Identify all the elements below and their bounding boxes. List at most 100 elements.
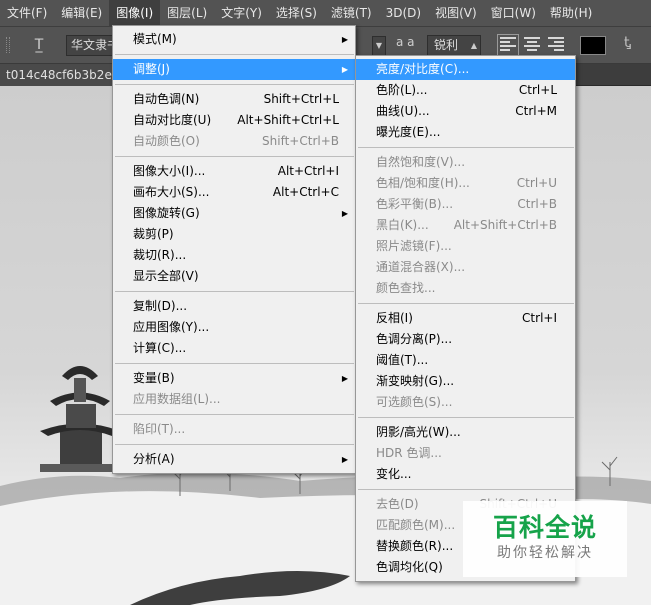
menu-item-duplicate-label: 复制(D)... bbox=[133, 299, 188, 313]
menu-item-variables[interactable]: 变量(B) ▶ bbox=[113, 368, 355, 389]
menu-item-channel-mixer: 通道混合器(X)... bbox=[356, 257, 575, 278]
menu-item-hdr-toning: HDR 色调... bbox=[356, 443, 575, 464]
menu-item-selective-color-label: 可选颜色(S)... bbox=[376, 395, 453, 409]
menu-item-duplicate[interactable]: 复制(D)... bbox=[113, 296, 355, 317]
menu-layer[interactable]: 图层(L) bbox=[160, 0, 214, 27]
shortcut-label: Alt+Shift+Ctrl+L bbox=[237, 113, 339, 127]
menu-separator bbox=[115, 291, 354, 292]
menu-item-trap: 陷印(T)... bbox=[113, 419, 355, 440]
menu-item-auto-contrast[interactable]: 自动对比度(U) Alt+Shift+Ctrl+L bbox=[113, 110, 355, 131]
menu-item-brightness-contrast[interactable]: 亮度/对比度(C)... bbox=[356, 59, 575, 80]
antialias-value: 锐利 bbox=[434, 38, 459, 52]
menu-item-shadows-highlights[interactable]: 阴影/高光(W)... bbox=[356, 422, 575, 443]
menu-item-match-color-label: 匹配颜色(M)... bbox=[376, 518, 456, 532]
menu-item-auto-contrast-label: 自动对比度(U) bbox=[133, 113, 212, 127]
shortcut-label: Ctrl+M bbox=[515, 104, 557, 118]
menu-item-exposure[interactable]: 曝光度(E)... bbox=[356, 122, 575, 143]
submenu-arrow-icon: ▶ bbox=[341, 455, 348, 464]
text-color-swatch[interactable] bbox=[580, 36, 606, 55]
watermark-logo: 百科全说 助你轻松解决 bbox=[463, 501, 627, 577]
menu-item-gradient-map[interactable]: 渐变映射(G)... bbox=[356, 371, 575, 392]
menu-select[interactable]: 选择(S) bbox=[269, 0, 324, 27]
align-left-icon[interactable] bbox=[497, 34, 519, 56]
menu-item-mode[interactable]: 模式(M) ▶ bbox=[113, 29, 355, 50]
menu-item-apply-image-label: 应用图像(Y)... bbox=[133, 320, 210, 334]
menu-separator bbox=[115, 444, 354, 445]
menu-item-calculations-label: 计算(C)... bbox=[133, 341, 187, 355]
menu-item-threshold[interactable]: 阈值(T)... bbox=[356, 350, 575, 371]
font-size-dropdown-icon[interactable]: ▼ bbox=[372, 36, 386, 56]
menu-item-adjustments[interactable]: 调整(J) ▶ bbox=[113, 59, 355, 80]
document-tab[interactable]: t014c48cf6b3b2e0 bbox=[0, 64, 126, 86]
shortcut-label: Alt+Ctrl+C bbox=[272, 185, 339, 199]
menu-bar: 文件(F) 编辑(E) 图像(I) 图层(L) 文字(Y) 选择(S) 滤镜(T… bbox=[0, 0, 651, 27]
options-bar-grip[interactable] bbox=[6, 37, 10, 53]
menu-item-vibrance-label: 自然饱和度(V)... bbox=[376, 155, 466, 169]
menu-view[interactable]: 视图(V) bbox=[428, 0, 484, 27]
menu-item-variations[interactable]: 变化... bbox=[356, 464, 575, 485]
menu-item-color-balance-label: 色彩平衡(B)... bbox=[376, 197, 454, 211]
menu-separator bbox=[115, 363, 354, 364]
text-orientation-icon[interactable]: T̲ bbox=[28, 35, 50, 55]
menu-item-image-rotation[interactable]: 图像旋转(G) ▶ bbox=[113, 203, 355, 224]
shortcut-label: Ctrl+U bbox=[516, 176, 557, 190]
menu-item-calculations[interactable]: 计算(C)... bbox=[113, 338, 355, 359]
warp-text-icon[interactable]: Ꮏ bbox=[624, 35, 632, 51]
align-right-icon[interactable] bbox=[548, 37, 564, 53]
menu-item-channel-mixer-label: 通道混合器(X)... bbox=[376, 260, 466, 274]
menu-item-levels[interactable]: 色阶(L)... Ctrl+L bbox=[356, 80, 575, 101]
menu-filter[interactable]: 滤镜(T) bbox=[324, 0, 379, 27]
menu-item-apply-image[interactable]: 应用图像(Y)... bbox=[113, 317, 355, 338]
menu-item-image-size[interactable]: 图像大小(I)... Alt+Ctrl+I bbox=[113, 161, 355, 182]
menu-image[interactable]: 图像(I) bbox=[109, 0, 161, 27]
shortcut-label: Ctrl+L bbox=[518, 83, 557, 97]
menu-file[interactable]: 文件(F) bbox=[0, 0, 54, 27]
menu-item-trim[interactable]: 裁切(R)... bbox=[113, 245, 355, 266]
menu-separator bbox=[358, 417, 574, 418]
menu-separator bbox=[115, 156, 354, 157]
menu-item-mode-label: 模式(M) bbox=[133, 32, 177, 46]
menu-item-reveal-all[interactable]: 显示全部(V) bbox=[113, 266, 355, 287]
menu-item-trap-label: 陷印(T)... bbox=[133, 422, 186, 436]
menu-separator bbox=[115, 54, 354, 55]
menu-item-canvas-size[interactable]: 画布大小(S)... Alt+Ctrl+C bbox=[113, 182, 355, 203]
menu-item-curves-label: 曲线(U)... bbox=[376, 104, 430, 118]
shortcut-label: Alt+Shift+Ctrl+B bbox=[453, 218, 557, 232]
menu-type[interactable]: 文字(Y) bbox=[214, 0, 269, 27]
menu-separator bbox=[358, 303, 574, 304]
menu-item-gradient-map-label: 渐变映射(G)... bbox=[376, 374, 455, 388]
menu-item-invert[interactable]: 反相(I) Ctrl+I bbox=[356, 308, 575, 329]
menu-item-photo-filter-label: 照片滤镜(F)... bbox=[376, 239, 452, 253]
menu-item-crop-label: 裁剪(P) bbox=[133, 227, 174, 241]
menu-item-auto-tone[interactable]: 自动色调(N) Shift+Ctrl+L bbox=[113, 89, 355, 110]
menu-item-threshold-label: 阈值(T)... bbox=[376, 353, 429, 367]
antialias-icon: a a bbox=[396, 35, 415, 49]
menu-3d[interactable]: 3D(D) bbox=[379, 0, 428, 27]
menu-item-posterize[interactable]: 色调分离(P)... bbox=[356, 329, 575, 350]
shortcut-label: Ctrl+I bbox=[522, 311, 557, 325]
menu-separator bbox=[115, 414, 354, 415]
menu-item-apply-data-set: 应用数据组(L)... bbox=[113, 389, 355, 410]
menu-item-shadows-highlights-label: 阴影/高光(W)... bbox=[376, 425, 461, 439]
menu-item-hdr-toning-label: HDR 色调... bbox=[376, 446, 442, 460]
menu-item-auto-color-label: 自动颜色(O) bbox=[133, 134, 200, 148]
shortcut-label: Ctrl+B bbox=[517, 197, 557, 211]
menu-help[interactable]: 帮助(H) bbox=[543, 0, 599, 27]
menu-item-canvas-size-label: 画布大小(S)... bbox=[133, 185, 210, 199]
pavilion-graphic bbox=[40, 366, 120, 472]
menu-item-analysis[interactable]: 分析(A) ▶ bbox=[113, 449, 355, 470]
menu-item-brightness-contrast-label: 亮度/对比度(C)... bbox=[376, 62, 470, 76]
menu-item-crop[interactable]: 裁剪(P) bbox=[113, 224, 355, 245]
menu-separator bbox=[115, 84, 354, 85]
align-center-icon[interactable] bbox=[524, 37, 540, 53]
shortcut-label: Shift+Ctrl+L bbox=[263, 92, 339, 106]
menu-item-analysis-label: 分析(A) bbox=[133, 452, 175, 466]
menu-item-curves[interactable]: 曲线(U)... Ctrl+M bbox=[356, 101, 575, 122]
menu-edit[interactable]: 编辑(E) bbox=[54, 0, 109, 27]
menu-item-auto-color: 自动颜色(O) Shift+Ctrl+B bbox=[113, 131, 355, 152]
menu-item-color-lookup-label: 颜色查找... bbox=[376, 281, 436, 295]
menu-window[interactable]: 窗口(W) bbox=[484, 0, 543, 27]
menu-item-equalize-label: 色调均化(Q) bbox=[376, 560, 443, 574]
menu-separator bbox=[358, 147, 574, 148]
antialias-select[interactable]: 锐利 ▲▼ bbox=[427, 35, 481, 69]
